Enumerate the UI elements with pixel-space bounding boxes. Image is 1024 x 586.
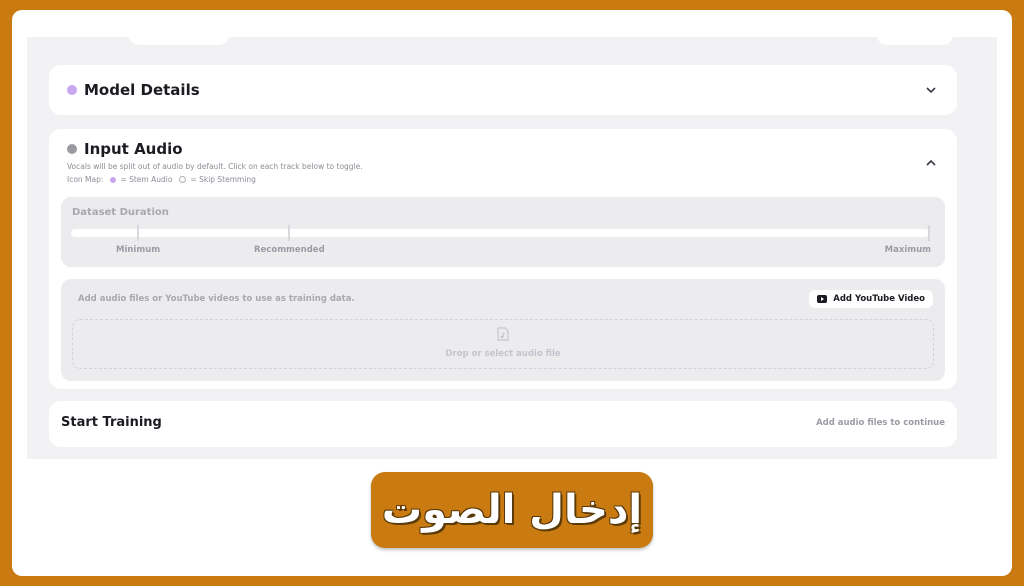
- pending-icon: [67, 144, 77, 154]
- model-details-card[interactable]: Model Details: [49, 65, 957, 115]
- audio-file-icon: [497, 327, 509, 341]
- recommended-tick: [288, 225, 290, 241]
- top-tab-stub: [877, 33, 953, 45]
- minimum-label: Minimum: [116, 245, 161, 255]
- stem-audio-icon: [110, 176, 117, 183]
- maximum-tick: [928, 225, 930, 241]
- recommended-label: Recommended: [254, 245, 325, 255]
- skip-stemming-label: = Skip Stemming: [190, 175, 256, 184]
- input-audio-description: Vocals will be split out of audio by def…: [67, 162, 363, 171]
- icon-map-label: Icon Map:: [67, 175, 104, 184]
- dataset-duration-title: Dataset Duration: [72, 207, 169, 218]
- model-details-title: Model Details: [84, 81, 200, 99]
- stem-audio-label: = Stem Audio: [120, 175, 173, 184]
- caption-banner: إدخال الصوت: [371, 472, 653, 548]
- caption-text: إدخال الصوت: [381, 487, 643, 533]
- check-icon: [67, 85, 77, 95]
- duration-track: [71, 229, 929, 237]
- skip-stemming-icon: [179, 176, 187, 183]
- add-youtube-video-button[interactable]: Add YouTube Video: [809, 290, 933, 308]
- maximum-label: Maximum: [884, 245, 931, 255]
- input-audio-card: Input Audio Vocals will be split out of …: [49, 129, 957, 389]
- audio-drop-zone[interactable]: Drop or select audio file: [72, 319, 934, 369]
- upload-panel: Add audio files or YouTube videos to use…: [61, 279, 945, 381]
- start-training-status: Add audio files to continue: [816, 418, 945, 428]
- app-viewport: Model Details Input Audio Vocals will be…: [27, 33, 997, 459]
- dataset-duration-panel: Dataset Duration Minimum Recommended Max…: [61, 197, 945, 267]
- input-audio-title: Input Audio: [84, 140, 183, 158]
- add-youtube-video-label: Add YouTube Video: [833, 294, 925, 304]
- icon-map: Icon Map: = Stem Audio = Skip Stemming: [67, 175, 256, 184]
- drop-label: Drop or select audio file: [445, 349, 561, 359]
- youtube-icon: [817, 295, 828, 303]
- upload-hint: Add audio files or YouTube videos to use…: [78, 294, 355, 304]
- top-tab-stub: [129, 33, 229, 45]
- chevron-up-icon[interactable]: [921, 153, 941, 173]
- start-training-card[interactable]: Start Training Add audio files to contin…: [49, 401, 957, 447]
- minimum-tick: [137, 225, 139, 241]
- chevron-down-icon[interactable]: [921, 80, 941, 100]
- start-training-title: Start Training: [61, 415, 162, 430]
